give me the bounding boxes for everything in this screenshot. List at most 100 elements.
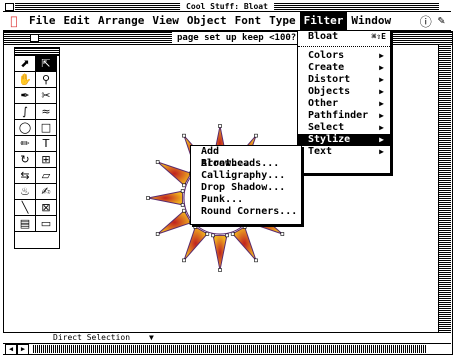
window-title: Cool Stuff: Bloat (180, 2, 274, 11)
anchor-point[interactable] (182, 183, 186, 188)
menu-font[interactable]: Font (231, 12, 266, 30)
submenu-arrow-icon: ▶ (379, 99, 384, 108)
filter-menu-bloat[interactable]: Bloat ⌘⇧E (298, 31, 390, 43)
submenu-arrow-icon: ▶ (379, 147, 384, 156)
type-tool-icon[interactable]: T (36, 136, 57, 152)
menu-window[interactable]: Window (347, 12, 395, 30)
blend-tool-icon[interactable]: ⊠ (36, 200, 57, 216)
document-title: page set up keep <100? (172, 32, 302, 44)
scissors-tool-icon[interactable]: ✂ (36, 88, 57, 104)
stylize-round-corners[interactable]: Round Corners... (191, 206, 301, 218)
anchor-point[interactable] (193, 225, 198, 229)
eyedropper-tool-icon[interactable]: ✍ (36, 184, 57, 200)
submenu-arrow-icon: ▶ (379, 111, 384, 120)
menu-file[interactable]: File (25, 12, 60, 30)
tool-palette: ⬈ ⇱ ✋ ⚲ ✒ ✂ ∫ ≈ ◯ □ ✏ T ↻ ⊞ ⇆ ▱ ♨ ✍ ╲ ⊠ … (14, 47, 60, 249)
close-box[interactable] (5, 3, 14, 11)
submenu-arrow-icon: ▶ (379, 51, 384, 60)
stylize-bloat[interactable]: Bloat... (191, 158, 301, 170)
pencil-tool-icon[interactable]: ✏ (15, 136, 36, 152)
freehand-tool-icon[interactable]: ∫ (15, 104, 36, 120)
horizontal-scrollbar[interactable]: ◀ ▶ (3, 343, 451, 355)
sun-ray (157, 161, 192, 187)
window-titlebar[interactable]: Cool Stuff: Bloat (3, 2, 451, 12)
submenu-arrow-icon: ▶ (379, 123, 384, 132)
anchor-point[interactable] (155, 160, 160, 164)
graph-tool-icon[interactable]: ▤ (15, 216, 36, 232)
apple-menu-icon[interactable]:  (3, 14, 25, 28)
vertical-scrollbar[interactable] (438, 44, 451, 332)
filter-menu-create[interactable]: Create ▶ (298, 62, 390, 74)
application-icon[interactable]: ✎ (438, 13, 445, 30)
anchor-point[interactable] (182, 258, 186, 263)
ellipse-tool-icon[interactable]: ◯ (15, 120, 36, 136)
anchor-point[interactable] (182, 208, 186, 213)
status-dropdown-icon[interactable]: ▼ (149, 333, 154, 343)
anchor-point[interactable] (242, 225, 247, 229)
menu-type[interactable]: Type (265, 12, 300, 30)
filter-menu: Bloat ⌘⇧E Colors ▶ Create ▶ Distort ▶ Object… (297, 30, 391, 174)
document-close-box[interactable] (30, 34, 39, 42)
anchor-point[interactable] (225, 233, 229, 238)
selection-tool-icon[interactable]: ⬈ (15, 56, 36, 72)
menu-view[interactable]: View (148, 12, 183, 30)
filter-menu-select[interactable]: Select ▶ (298, 122, 390, 134)
help-icon[interactable]: ⓘ (420, 13, 432, 30)
filter-menu-objects[interactable]: Objects ▶ (298, 86, 390, 98)
menu-separator (298, 46, 390, 47)
filter-menu-colors[interactable]: Colors ▶ (298, 50, 390, 62)
submenu-arrow-icon: ▶ (379, 87, 384, 96)
zoom-tool-icon[interactable]: ⚲ (36, 72, 57, 88)
hand-tool-icon[interactable]: ✋ (15, 72, 36, 88)
stylize-submenu: Add Arrowheads... Bloat... Calligraphy..… (190, 145, 302, 225)
filter-menu-stylize[interactable]: Stylize ▶ (298, 134, 390, 146)
sun-ray (212, 234, 228, 271)
menu-object[interactable]: Object (183, 12, 231, 30)
stylize-calligraphy[interactable]: Calligraphy... (191, 170, 301, 182)
anchor-point[interactable] (180, 203, 185, 207)
filter-menu-text[interactable]: Text ▶ (298, 146, 390, 158)
stylize-drop-shadow[interactable]: Drop Shadow... (191, 182, 301, 194)
stylize-punk[interactable]: Punk... (191, 194, 301, 206)
page-tool-icon[interactable]: ▭ (36, 216, 57, 232)
submenu-arrow-icon: ▶ (379, 135, 384, 144)
brush-tool-icon[interactable]: ≈ (36, 104, 57, 120)
scroll-left-icon[interactable]: ◀ (5, 344, 17, 355)
pen-tool-icon[interactable]: ✒ (15, 88, 36, 104)
palette-titlebar[interactable] (15, 48, 59, 56)
anchor-point[interactable] (254, 258, 258, 263)
sun-ray (157, 209, 192, 235)
shear-tool-icon[interactable]: ▱ (36, 168, 57, 184)
reflect-tool-icon[interactable]: ⇆ (15, 168, 36, 184)
menu-edit[interactable]: Edit (60, 12, 95, 30)
anchor-point[interactable] (180, 189, 185, 193)
anchor-point[interactable] (146, 196, 150, 200)
filter-menu-distort[interactable]: Distort ▶ (298, 74, 390, 86)
menu-filter[interactable]: Filter (299, 12, 348, 30)
filter-menu-pathfinder[interactable]: Pathfinder ▶ (298, 110, 390, 122)
scroll-right-icon[interactable]: ▶ (17, 344, 29, 355)
scroll-track[interactable] (33, 345, 427, 353)
anchor-point[interactable] (230, 232, 235, 236)
anchor-point[interactable] (211, 233, 215, 238)
sun-ray (183, 226, 209, 261)
direct-selection-tool-icon[interactable]: ⇱ (36, 56, 57, 72)
menu-arrange[interactable]: Arrange (94, 12, 148, 30)
submenu-arrow-icon: ▶ (379, 75, 384, 84)
rectangle-tool-icon[interactable]: □ (36, 120, 57, 136)
anchor-point[interactable] (218, 124, 222, 128)
line-tool-icon[interactable]: ╲ (15, 200, 36, 216)
anchor-point[interactable] (218, 268, 222, 272)
anchor-point[interactable] (254, 133, 258, 138)
current-tool-label: Direct Selection (53, 333, 131, 342)
stylize-add-arrowheads[interactable]: Add Arrowheads... (191, 146, 301, 169)
sun-ray (147, 190, 184, 206)
anchor-point[interactable] (155, 232, 160, 236)
filter-menu-other[interactable]: Other ▶ (298, 98, 390, 110)
anchor-point[interactable] (205, 232, 210, 236)
anchor-point[interactable] (182, 133, 186, 138)
scale-tool-icon[interactable]: ⊞ (36, 152, 57, 168)
rotate-tool-icon[interactable]: ↻ (15, 152, 36, 168)
anchor-point[interactable] (280, 232, 285, 236)
paint-bucket-tool-icon[interactable]: ♨ (15, 184, 36, 200)
